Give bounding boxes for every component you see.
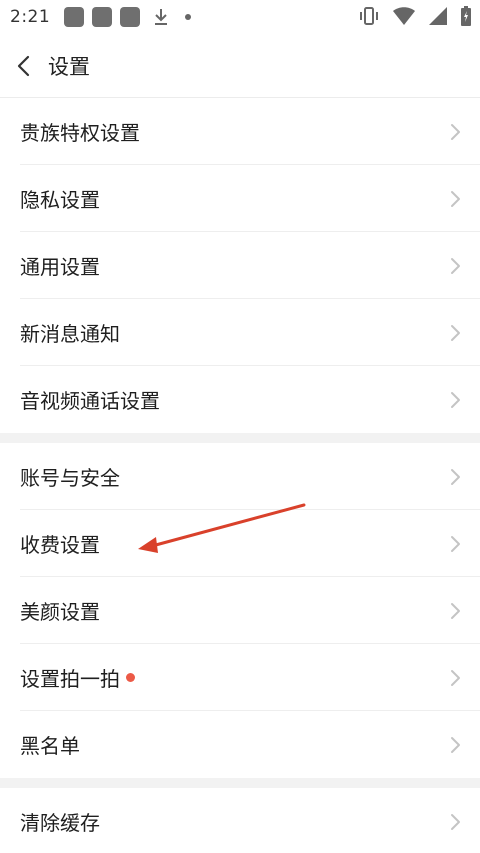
settings-item-label: 黑名单: [20, 734, 80, 758]
settings-item-label: 新消息通知: [20, 322, 120, 346]
settings-item-blacklist[interactable]: 黑名单: [0, 711, 480, 778]
settings-item-label: 账号与安全: [20, 466, 120, 490]
chevron-right-icon: [451, 123, 460, 140]
settings-item-label: 美颜设置: [20, 600, 100, 624]
back-button[interactable]: [0, 34, 48, 98]
more-notifications-dot-icon: [185, 14, 192, 20]
status-bar: 2:21: [0, 0, 480, 34]
chevron-right-icon: [451, 190, 460, 207]
chevron-right-icon: [451, 257, 460, 274]
section-gap: [0, 778, 480, 788]
settings-item-charges[interactable]: 收费设置: [0, 510, 480, 577]
chevron-right-icon: [451, 391, 460, 408]
wifi-icon: [393, 7, 415, 25]
settings-item-av-call[interactable]: 音视频通话设置: [0, 366, 480, 433]
settings-item-label: 音视频通话设置: [20, 389, 160, 413]
notification-app-icon: [64, 7, 85, 27]
settings-item-label: 贵族特权设置: [20, 121, 140, 145]
settings-item-beauty[interactable]: 美颜设置: [0, 577, 480, 644]
vibrate-icon: [360, 7, 378, 25]
notification-app-icon: [92, 7, 113, 27]
chevron-right-icon: [451, 324, 460, 341]
chevron-right-icon: [451, 669, 460, 686]
settings-item-general[interactable]: 通用设置: [0, 232, 480, 299]
chevron-right-icon: [451, 602, 460, 619]
settings-item-label: 清除缓存: [20, 811, 100, 835]
settings-item-pat-pat[interactable]: 设置拍一拍: [0, 644, 480, 711]
unread-badge-dot: [126, 673, 135, 682]
page-title: 设置: [48, 54, 90, 79]
status-icons: [358, 6, 472, 26]
settings-item-account-security[interactable]: 账号与安全: [0, 443, 480, 510]
battery-icon: [461, 6, 471, 26]
notification-app-icon: [120, 7, 141, 27]
settings-item-label: 收费设置: [20, 533, 100, 557]
chevron-left-icon: [17, 55, 30, 76]
settings-item-label: 设置拍一拍: [20, 667, 120, 691]
chevron-right-icon: [451, 535, 460, 552]
signal-icon: [429, 7, 447, 25]
download-icon: [155, 9, 168, 25]
settings-item-label: 隐私设置: [20, 188, 100, 212]
settings-list: 贵族特权设置 隐私设置 通用设置 新消息通知 音视频通话设置 账号与安全 收费设…: [0, 98, 480, 853]
nav-header: 设置: [0, 34, 480, 98]
settings-item-label-with-badge: 设置拍一拍: [20, 663, 135, 692]
settings-item-clear-cache[interactable]: 清除缓存: [0, 788, 480, 853]
settings-item-new-message-notifications[interactable]: 新消息通知: [0, 299, 480, 366]
chevron-right-icon: [451, 813, 460, 830]
chevron-right-icon: [451, 468, 460, 485]
section-gap: [0, 433, 480, 443]
settings-item-privacy[interactable]: 隐私设置: [0, 165, 480, 232]
status-time: 2:21: [10, 7, 51, 27]
settings-item-label: 通用设置: [20, 255, 100, 279]
chevron-right-icon: [451, 736, 460, 753]
settings-item-noble-privileges[interactable]: 贵族特权设置: [0, 98, 480, 165]
